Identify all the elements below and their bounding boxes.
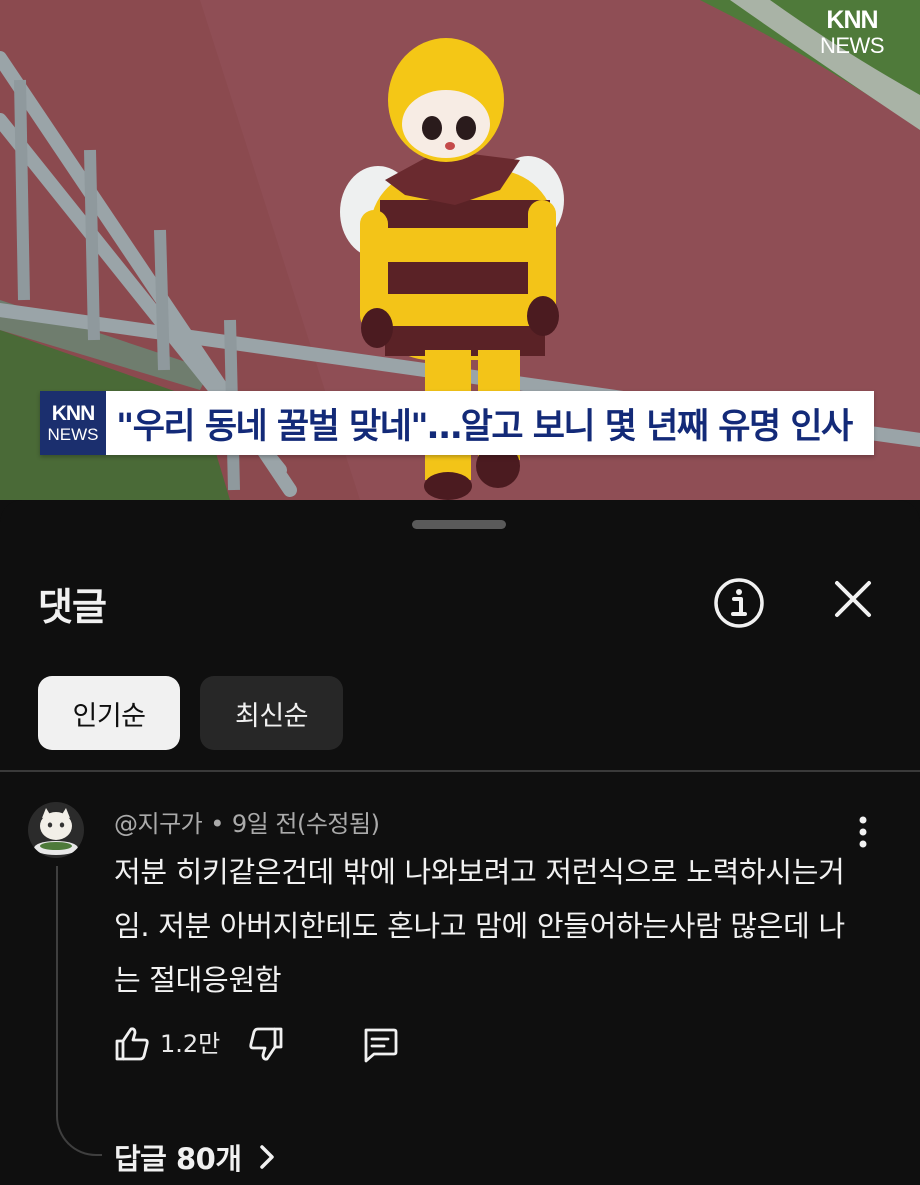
caption-text: "우리 동네 꿀벌 맞네"…알고 보니 몇 년째 유명 인사 xyxy=(106,391,874,455)
chevron-right-icon xyxy=(259,1145,274,1169)
caption-logo: KNN NEWS xyxy=(40,391,106,455)
caption-logo-top: KNN xyxy=(51,402,95,425)
comment-meta: @지구가 • 9일 전(수정됨) xyxy=(114,804,380,839)
channel-watermark: KNN NEWS xyxy=(820,6,885,58)
news-caption: KNN NEWS "우리 동네 꿀벌 맞네"…알고 보니 몇 년째 유명 인사 xyxy=(40,391,874,455)
drag-handle[interactable] xyxy=(412,520,506,529)
info-circle-icon xyxy=(714,578,764,628)
close-icon xyxy=(835,581,871,617)
comment-text: 저분 히키같은건데 밖에 나와보려고 저런식으로 노력하시는거임. 저분 아버지… xyxy=(114,855,845,997)
comments-sheet: 댓글 인기순 최신순 @지구가 • 9일 전(수정됨) 저분 히키같은건데 밖에… xyxy=(0,500,920,1185)
sort-tab-newest[interactable]: 최신순 xyxy=(200,676,343,750)
comment-author[interactable]: @지구가 xyxy=(114,810,203,838)
watermark-sub: NEWS xyxy=(820,33,885,58)
info-button[interactable] xyxy=(712,576,766,630)
thumbs-up-icon xyxy=(115,1027,149,1061)
video-player[interactable]: KNN NEWS KNN NEWS "우리 동네 꿀벌 맞네"…알고 보니 몇 … xyxy=(0,0,920,500)
like-count: 1.2만 xyxy=(160,1030,221,1058)
comments-title: 댓글 xyxy=(38,585,107,629)
thumbs-down-icon xyxy=(249,1027,283,1061)
dislike-button[interactable] xyxy=(246,1022,286,1066)
watermark-logo: KNN xyxy=(826,6,878,34)
reply-thread-line xyxy=(56,866,102,1156)
close-button[interactable] xyxy=(830,576,876,622)
comment-time: 9일 전(수정됨) xyxy=(231,810,380,838)
meta-separator: • xyxy=(210,810,224,838)
reply-comment-icon xyxy=(364,1028,398,1063)
cat-avatar-image xyxy=(28,802,84,858)
divider xyxy=(0,770,920,772)
like-button[interactable] xyxy=(112,1022,152,1066)
caption-logo-bottom: NEWS xyxy=(47,425,99,444)
sort-tab-top[interactable]: 인기순 xyxy=(38,676,180,750)
reply-button[interactable] xyxy=(360,1022,400,1066)
replies-label: 답글 80개 xyxy=(114,1142,242,1176)
view-replies-link[interactable]: 답글 80개 xyxy=(114,1136,278,1178)
avatar[interactable] xyxy=(28,802,84,858)
